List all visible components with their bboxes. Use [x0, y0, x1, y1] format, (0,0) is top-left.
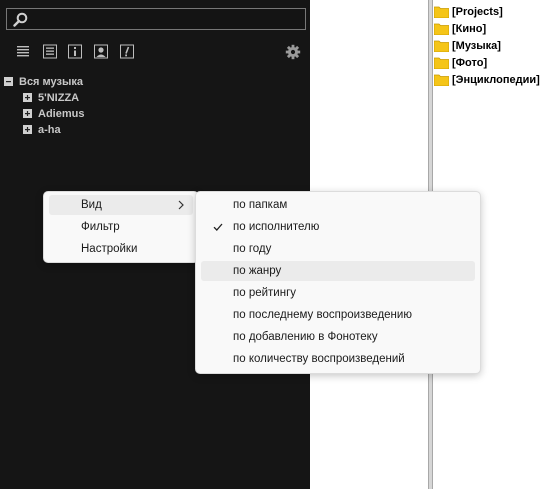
info-icon[interactable] — [68, 44, 82, 59]
view-submenu: по папкам по исполнителю по году по жанр… — [195, 191, 481, 374]
submenu-item-label: по жанру — [233, 265, 282, 277]
folder-label: [Музыка] — [452, 40, 501, 52]
plus-box-icon[interactable] — [23, 93, 32, 102]
submenu-item[interactable]: по последнему воспроизведению — [201, 305, 475, 325]
folder-icon — [434, 40, 449, 52]
submenu-item[interactable]: по исполнителю — [201, 217, 475, 237]
search-box[interactable] — [6, 8, 306, 30]
tree-item-label: 5'NIZZA — [38, 92, 80, 104]
menu-item-filter[interactable]: Фильтр — [49, 217, 193, 237]
plus-box-icon[interactable] — [23, 109, 32, 118]
artist-icon[interactable] — [94, 44, 108, 59]
submenu-item-label: по году — [233, 243, 272, 255]
gear-icon[interactable] — [285, 44, 301, 60]
submenu-item[interactable]: по жанру — [201, 261, 475, 281]
menu-item-settings-label: Настройки — [81, 243, 138, 255]
submenu-item[interactable]: по рейтингу — [201, 283, 475, 303]
search-input[interactable] — [33, 10, 305, 30]
detailed-list-icon[interactable] — [43, 44, 57, 59]
folder-label: [Энциклопедии] — [452, 74, 540, 86]
folder-label: [Кино] — [452, 23, 487, 35]
folder-icon — [434, 74, 449, 86]
submenu-item-label: по последнему воспроизведению — [233, 309, 412, 321]
submenu-item[interactable]: по году — [201, 239, 475, 259]
check-icon — [213, 223, 223, 231]
folder-label: [Фото] — [452, 57, 488, 69]
tree-item-label: a-ha — [38, 124, 61, 136]
search-icon[interactable] — [13, 12, 28, 27]
folder-icon — [434, 6, 449, 18]
submenu-item[interactable]: по папкам — [201, 195, 475, 215]
minus-box-icon[interactable] — [4, 77, 13, 86]
folder-icon — [434, 57, 449, 69]
chevron-right-icon — [178, 200, 184, 210]
plus-box-icon[interactable] — [23, 125, 32, 134]
menu-item-filter-label: Фильтр — [81, 221, 120, 233]
folder-label: [Projects] — [452, 6, 503, 18]
list-icon[interactable] — [16, 44, 30, 59]
submenu-item[interactable]: по количеству воспроизведений — [201, 349, 475, 369]
submenu-item[interactable]: по добавлению в Фонотеку — [201, 327, 475, 347]
menu-item-view[interactable]: Вид — [49, 195, 193, 215]
submenu-item-label: по количеству воспроизведений — [233, 353, 405, 365]
lyrics-icon[interactable] — [120, 44, 134, 59]
submenu-item-label: по рейтингу — [233, 287, 297, 299]
submenu-item-label: по добавлению в Фонотеку — [233, 331, 378, 343]
menu-item-settings[interactable]: Настройки — [49, 239, 193, 259]
tree-root-label: Вся музыка — [19, 76, 83, 88]
submenu-item-label: по исполнителю — [233, 221, 320, 233]
context-menu: Вид Фильтр Настройки — [43, 191, 199, 263]
tree-item-label: Adiemus — [38, 108, 85, 120]
menu-item-view-label: Вид — [81, 199, 102, 211]
folder-icon — [434, 23, 449, 35]
submenu-item-label: по папкам — [233, 199, 288, 211]
